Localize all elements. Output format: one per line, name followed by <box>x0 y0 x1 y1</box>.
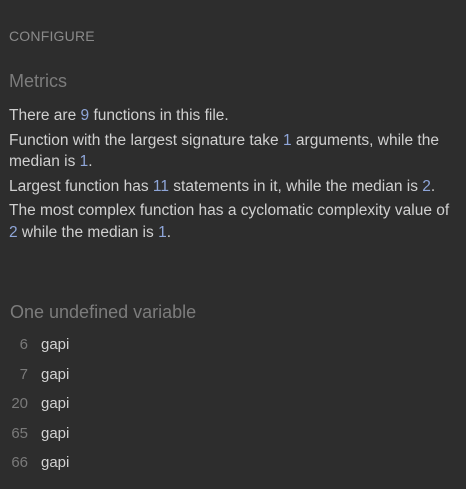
metric-text: There are <box>9 107 81 124</box>
metric-complexity: The most complex function has a cyclomat… <box>9 200 454 243</box>
variable-name: gapi <box>41 454 70 472</box>
metric-text: statements in it, while the median is <box>169 177 423 195</box>
metric-value: 11 <box>152 177 169 195</box>
list-item: 6 gapi <box>0 334 466 364</box>
metric-text: Function with the largest signature take <box>9 131 283 149</box>
metric-statements: Largest function has 11 statements in it… <box>9 176 454 198</box>
configure-link[interactable]: CONFIGURE <box>9 28 95 44</box>
variable-name: gapi <box>41 395 70 413</box>
list-item: 66 gapi <box>0 452 466 482</box>
metric-value: 2 <box>422 177 431 195</box>
metric-value: 1 <box>158 223 167 241</box>
list-item: 20 gapi <box>0 393 466 423</box>
metric-value: 1 <box>282 131 292 149</box>
metric-signature: Function with the largest signature take… <box>9 130 454 173</box>
metric-value: 2 <box>9 223 18 241</box>
line-number-link[interactable]: 20 <box>0 393 28 415</box>
metric-text: while the median is <box>17 223 159 241</box>
line-number-link[interactable]: 7 <box>0 364 28 386</box>
list-item: 65 gapi <box>0 423 466 453</box>
line-number-link[interactable]: 6 <box>0 334 28 356</box>
metrics-section: There are 9 functions in this file. Func… <box>9 105 454 246</box>
metric-text: Largest function has <box>9 177 153 195</box>
metrics-heading: Metrics <box>9 71 67 91</box>
list-item: 7 gapi <box>0 364 466 394</box>
variable-name: gapi <box>41 365 70 383</box>
jshint-panel: CONFIGURE Metrics There are 9 functions … <box>0 0 466 489</box>
metric-text: . <box>166 223 171 241</box>
undefined-variables-list: 6 gapi 7 gapi 20 gapi 65 gapi 66 gapi <box>0 334 466 482</box>
undefined-variables-heading: One undefined variable <box>10 302 197 322</box>
line-number-link[interactable]: 65 <box>0 423 28 445</box>
line-number-link[interactable]: 66 <box>0 452 28 474</box>
metric-text: . <box>88 153 93 170</box>
metric-value: 1 <box>79 153 89 170</box>
metric-value: 9 <box>80 107 90 124</box>
variable-name: gapi <box>41 336 70 353</box>
metric-function-count: There are 9 functions in this file. <box>9 105 454 127</box>
metric-text: functions in this file. <box>89 107 229 124</box>
metric-text: . <box>430 177 436 195</box>
variable-name: gapi <box>41 424 70 442</box>
metric-text: The most complex function has a cyclomat… <box>9 202 450 219</box>
